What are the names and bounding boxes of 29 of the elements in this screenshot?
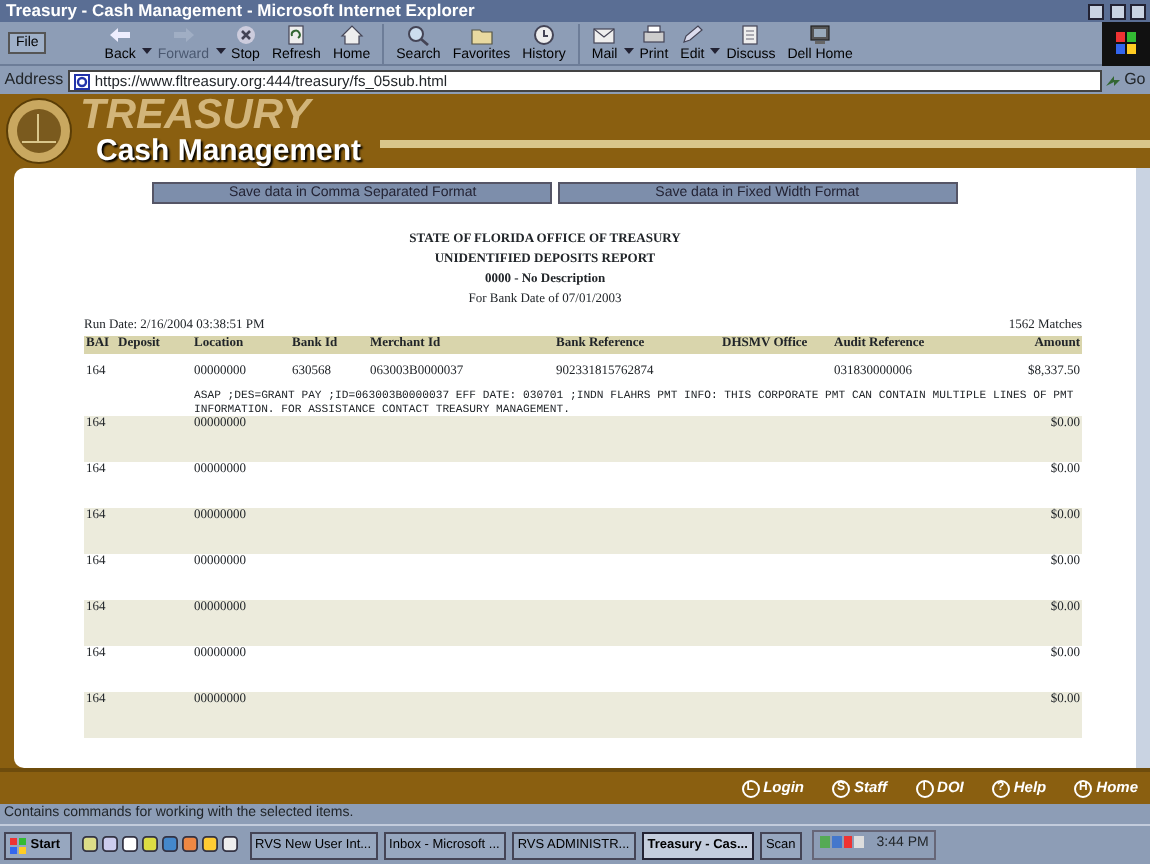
arrow-left-icon	[108, 24, 133, 46]
envelope-icon	[592, 24, 617, 46]
computer-icon	[808, 24, 833, 46]
address-label: Address	[4, 68, 64, 92]
caret-icon[interactable]	[141, 47, 152, 56]
document-icon	[738, 24, 763, 46]
page-icon	[74, 73, 91, 90]
window-title: Treasury - Cash Management - Microsoft Internet Explorer	[6, 0, 475, 22]
house-icon	[339, 24, 364, 46]
search-icon	[406, 24, 431, 46]
printer-icon	[641, 24, 666, 46]
stop-icon	[233, 24, 258, 46]
caret-icon[interactable]	[710, 47, 721, 56]
go-button[interactable]: Go	[1105, 68, 1146, 92]
tray-icons	[819, 834, 864, 851]
maximize-button[interactable]	[1109, 3, 1125, 19]
scroll-bar[interactable]	[1136, 168, 1150, 768]
arrow-right-icon	[171, 24, 196, 46]
banner-watermark: TREASURY	[80, 94, 311, 136]
minimize-button[interactable]	[1088, 3, 1105, 19]
windows-logo-icon	[1102, 22, 1150, 66]
banner-title: Cash Management	[96, 136, 362, 168]
windows-flag-icon	[10, 837, 26, 853]
close-button[interactable]	[1129, 3, 1146, 19]
caret-icon[interactable]	[623, 47, 634, 56]
page-refresh-icon	[284, 24, 309, 46]
arrow-icon	[1105, 73, 1120, 87]
seal-icon	[6, 98, 72, 164]
clock-icon	[532, 24, 557, 46]
